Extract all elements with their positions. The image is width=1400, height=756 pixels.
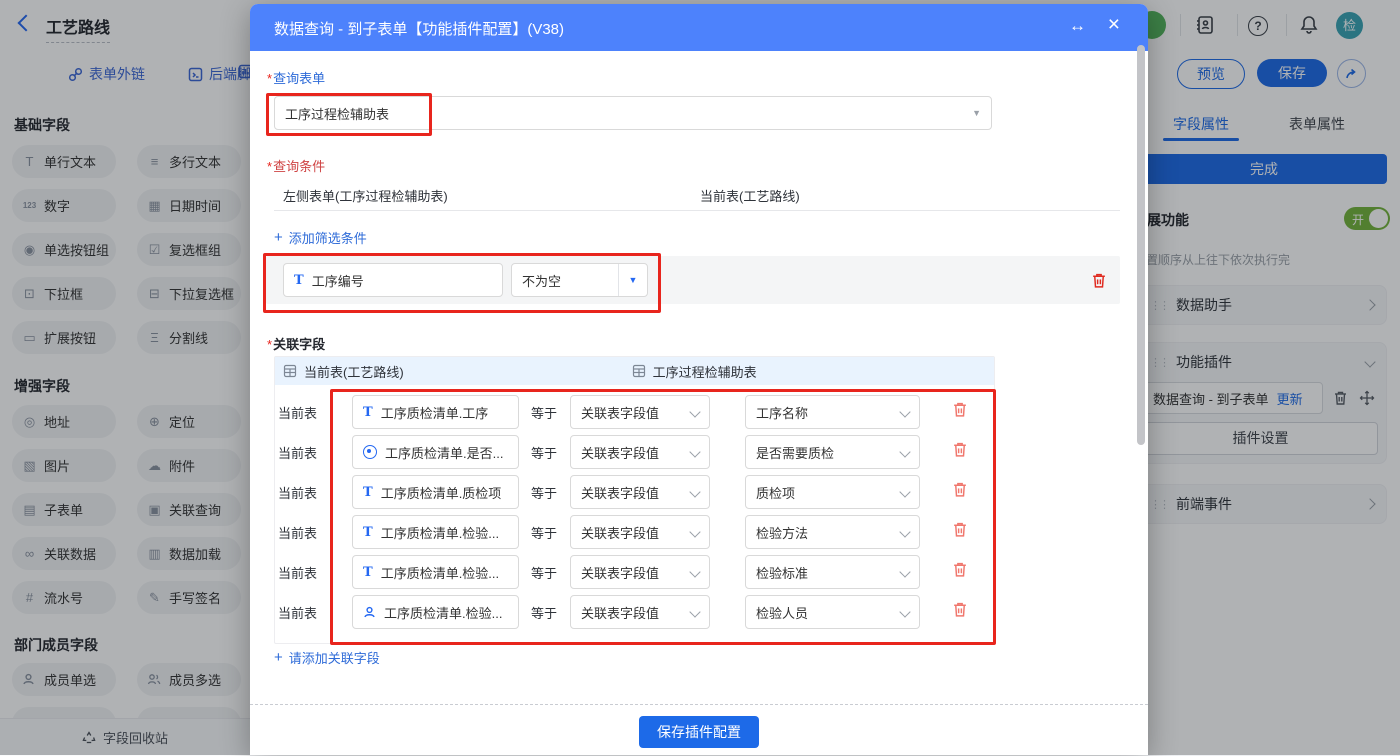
left-field-select[interactable]: 工序质检清单.是否... (352, 435, 519, 469)
mid-value-select[interactable]: 关联表字段值 (570, 555, 710, 589)
plugin-config-modal: 数据查询 - 到子表单【功能插件配置】(V38) ↔ × *查询表单 工序过程检… (250, 4, 1148, 755)
chevron-down-icon (899, 566, 910, 577)
row-delete-icon[interactable] (952, 561, 968, 578)
mid-value-select[interactable]: 关联表字段值 (570, 595, 710, 629)
filter-delete-icon[interactable] (1091, 272, 1107, 289)
right-field-select[interactable]: 是否需要质检 (745, 435, 920, 469)
table-grid-icon (283, 364, 297, 378)
chevron-down-icon (689, 526, 700, 537)
chevron-down-icon (899, 406, 910, 417)
modal-header: 数据查询 - 到子表单【功能插件配置】(V38) ↔ × (250, 4, 1148, 51)
plus-icon: + (274, 229, 283, 246)
add-filter-condition-link[interactable]: + 添加筛选条件 (274, 228, 367, 247)
caret-down-icon: ▼ (629, 275, 638, 285)
text-field-icon: T (363, 565, 373, 580)
left-field-select[interactable]: T 工序质检清单.检验... (352, 555, 519, 589)
left-form-header: 左侧表单(工序过程检辅助表) (283, 186, 448, 205)
close-icon[interactable]: × (1108, 13, 1120, 37)
resize-horizontal-icon[interactable]: ↔ (1069, 16, 1086, 36)
text-field-icon: T (294, 273, 304, 288)
table-grid-icon (632, 364, 646, 378)
modal-title: 数据查询 - 到子表单【功能插件配置】(V38) (274, 18, 564, 39)
row-delete-icon[interactable] (952, 521, 968, 538)
chevron-down-icon (689, 566, 700, 577)
chevron-down-icon (689, 486, 700, 497)
divider (274, 210, 1120, 211)
related-fields-label: *关联字段 (267, 334, 325, 353)
left-field-select[interactable]: T 工序质检清单.工序 (352, 395, 519, 429)
filter-operator-select[interactable]: 不为空 ▼ (511, 263, 648, 297)
row-delete-icon[interactable] (952, 481, 968, 498)
current-form-header: 当前表(工艺路线) (700, 186, 800, 205)
mid-value-select[interactable]: 关联表字段值 (570, 515, 710, 549)
mid-value-select[interactable]: 关联表字段值 (570, 435, 710, 469)
query-form-value: 工序过程检辅助表 (285, 104, 964, 123)
text-field-icon: T (363, 405, 373, 420)
related-fields-table-header: 当前表(工艺路线) 工序过程检辅助表 (275, 357, 994, 385)
text-field-icon: T (363, 485, 373, 500)
person-field-icon (363, 606, 376, 619)
caret-zone[interactable]: ▼ (618, 264, 647, 296)
left-field-select[interactable]: T 工序质检清单.检验... (352, 515, 519, 549)
query-form-select[interactable]: 工序过程检辅助表 ▼ (274, 96, 992, 130)
mid-value-select[interactable]: 关联表字段值 (570, 475, 710, 509)
caret-down-icon: ▼ (972, 108, 981, 118)
add-related-field-link[interactable]: + 请添加关联字段 (274, 648, 380, 667)
mid-value-select[interactable]: 关联表字段值 (570, 395, 710, 429)
filter-field-input[interactable]: T 工序编号 (283, 263, 503, 297)
query-form-label: *查询表单 (267, 68, 325, 87)
chevron-down-icon (899, 526, 910, 537)
aux-table-header: 工序过程检辅助表 (653, 362, 757, 381)
footer-divider (250, 704, 1148, 705)
chevron-down-icon (689, 606, 700, 617)
chevron-down-icon (899, 606, 910, 617)
row-delete-icon[interactable] (952, 441, 968, 458)
query-condition-label: *查询条件 (267, 156, 325, 175)
save-plugin-config-button[interactable]: 保存插件配置 (639, 716, 759, 748)
row-delete-icon[interactable] (952, 401, 968, 418)
plus-icon: + (274, 649, 283, 666)
filter-operator-value: 不为空 (522, 271, 610, 290)
right-field-select[interactable]: 工序名称 (745, 395, 920, 429)
chevron-down-icon (899, 486, 910, 497)
right-field-select[interactable]: 检验标准 (745, 555, 920, 589)
text-field-icon: T (363, 525, 373, 540)
chevron-down-icon (689, 446, 700, 457)
right-field-select[interactable]: 质检项 (745, 475, 920, 509)
modal-scrollbar-thumb[interactable] (1137, 45, 1145, 445)
current-table-header: 当前表(工艺路线) (304, 362, 404, 381)
left-field-select[interactable]: 工序质检清单.检验... (352, 595, 519, 629)
right-field-select[interactable]: 检验人员 (745, 595, 920, 629)
chevron-down-icon (689, 406, 700, 417)
right-field-select[interactable]: 检验方法 (745, 515, 920, 549)
chevron-down-icon (899, 446, 910, 457)
filter-field-value: 工序编号 (312, 271, 492, 290)
left-field-select[interactable]: T 工序质检清单.质检项 (352, 475, 519, 509)
row-delete-icon[interactable] (952, 601, 968, 618)
radio-field-icon (363, 445, 377, 459)
